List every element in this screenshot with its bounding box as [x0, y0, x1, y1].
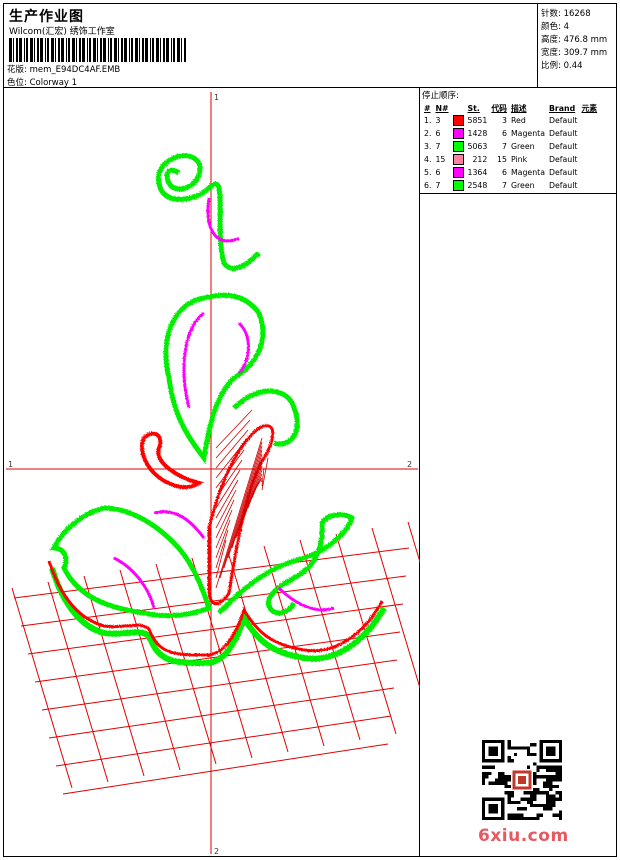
design-stats: 针数: 16268 颜色: 4 高度: 476.8 mm 宽度: 309.7 m…: [538, 4, 616, 88]
qr-code: [482, 740, 562, 820]
row-needle: 7: [435, 181, 441, 190]
colorway-value: Colorway 1: [29, 78, 78, 88]
barcode: [9, 38, 186, 62]
axis-label-right: 2: [407, 460, 412, 469]
col-swatch: [451, 102, 466, 114]
row-index: 4.: [424, 155, 432, 164]
row-description: Green: [510, 181, 535, 190]
row-swatch: [451, 179, 466, 192]
color-swatch: [452, 128, 464, 139]
stat-colors: 颜色: 4: [541, 22, 569, 32]
row-stitches: 5851: [467, 116, 488, 125]
table-row: 4. 15 212 15 Pink Default: [422, 153, 599, 166]
row-code: 7: [501, 181, 507, 190]
row-description: Pink: [510, 155, 528, 164]
stop-sequence-table: # N# St. 代码 描述 Brand 元素 1. 3 5851 3 Red Defau…: [422, 102, 599, 192]
col-description: 描述: [510, 103, 527, 113]
row-description: Red: [510, 116, 526, 125]
page-title: 生产作业图: [9, 9, 84, 25]
design-file-row: 花版: mem_E94DC4AF.EMB: [7, 63, 120, 75]
row-brand: Default: [548, 181, 578, 190]
row-needle: 15: [435, 155, 446, 164]
row-stitches: 212: [472, 155, 488, 164]
color-swatch: [452, 115, 464, 126]
row-index: 3.: [424, 142, 432, 151]
table-row: 3. 7 5063 7 Green Default: [422, 140, 599, 153]
company-name: Wilcom(汇宏) 绣饰工作室: [9, 27, 115, 37]
row-index: 5.: [424, 168, 432, 177]
table-row: 6. 7 2548 7 Green Default: [422, 179, 599, 192]
row-swatch: [451, 114, 466, 127]
row-brand: Default: [548, 142, 578, 151]
row-description: Magenta: [510, 168, 545, 177]
row-swatch: [451, 140, 466, 153]
colorway-row: 色位: Colorway 1: [7, 76, 77, 88]
row-needle: 3: [435, 116, 441, 125]
row-description: Green: [510, 142, 535, 151]
table-header-row: # N# St. 代码 描述 Brand 元素: [422, 102, 599, 114]
row-brand: Default: [548, 168, 578, 177]
stat-stitches: 针数: 16268: [541, 9, 591, 19]
row-brand: Default: [548, 129, 578, 138]
table-row: 2. 6 1428 6 Magenta Default: [422, 127, 599, 140]
color-swatch: [452, 180, 464, 191]
col-stitches: St.: [467, 103, 480, 113]
row-element: [579, 166, 599, 179]
axis-label-left: 1: [8, 460, 13, 469]
col-element: 元素: [581, 103, 598, 113]
row-element: [579, 114, 599, 127]
row-element: [579, 153, 599, 166]
crosshatch-fill: [215, 409, 269, 589]
row-needle: 6: [435, 129, 441, 138]
row-index: 2.: [424, 129, 432, 138]
col-brand: Brand: [548, 103, 576, 113]
axis-label-top: 1: [214, 93, 219, 102]
row-code: 6: [501, 168, 507, 177]
row-stitches: 5063: [467, 142, 488, 151]
row-stitches: 2548: [467, 181, 488, 190]
row-swatch: [451, 153, 466, 166]
row-needle: 7: [435, 142, 441, 151]
watermark: 6xiu.com: [478, 826, 569, 846]
row-stitches: 1428: [467, 129, 488, 138]
row-description: Magenta: [510, 129, 545, 138]
row-brand: Default: [548, 155, 578, 164]
row-swatch: [451, 127, 466, 140]
stat-width: 宽度: 309.7 mm: [541, 48, 608, 58]
axis-label-bottom: 2: [214, 847, 219, 856]
row-code: 7: [501, 142, 507, 151]
row-needle: 6: [435, 168, 441, 177]
row-index: 6.: [424, 181, 432, 190]
color-swatch: [452, 141, 464, 152]
row-stitches: 1364: [467, 168, 488, 177]
stat-scale: 比例: 0.44: [541, 61, 583, 71]
row-index: 1.: [424, 116, 432, 125]
design-canvas: 1 2 1 2: [4, 88, 469, 856]
panel-divider: [420, 193, 616, 194]
row-code: 6: [501, 129, 507, 138]
row-element: [579, 140, 599, 153]
row-brand: Default: [548, 116, 578, 125]
design-label: 花版:: [7, 65, 27, 75]
table-row: 5. 6 1364 6 Magenta Default: [422, 166, 599, 179]
row-element: [579, 127, 599, 140]
stat-height: 高度: 476.8 mm: [541, 35, 608, 45]
row-code: 15: [497, 155, 507, 164]
color-swatch: [452, 154, 464, 165]
design-file: mem_E94DC4AF.EMB: [29, 65, 121, 75]
embroidery-preview: 1 2 1 2: [6, 92, 469, 856]
col-index: #: [424, 103, 431, 113]
color-swatch: [452, 167, 464, 178]
col-needle: N#: [435, 103, 449, 113]
header-info: 生产作业图 Wilcom(汇宏) 绣饰工作室 花版: mem_E94DC4AF.…: [4, 4, 538, 88]
stop-sequence-title: 停止顺序:: [422, 91, 459, 101]
col-code: 代码: [491, 103, 507, 113]
row-element: [579, 179, 599, 192]
row-code: 3: [501, 116, 507, 125]
table-row: 1. 3 5851 3 Red Default: [422, 114, 599, 127]
colorway-label: 色位:: [7, 78, 27, 88]
row-swatch: [451, 166, 466, 179]
embroidery-motif: [49, 153, 355, 619]
